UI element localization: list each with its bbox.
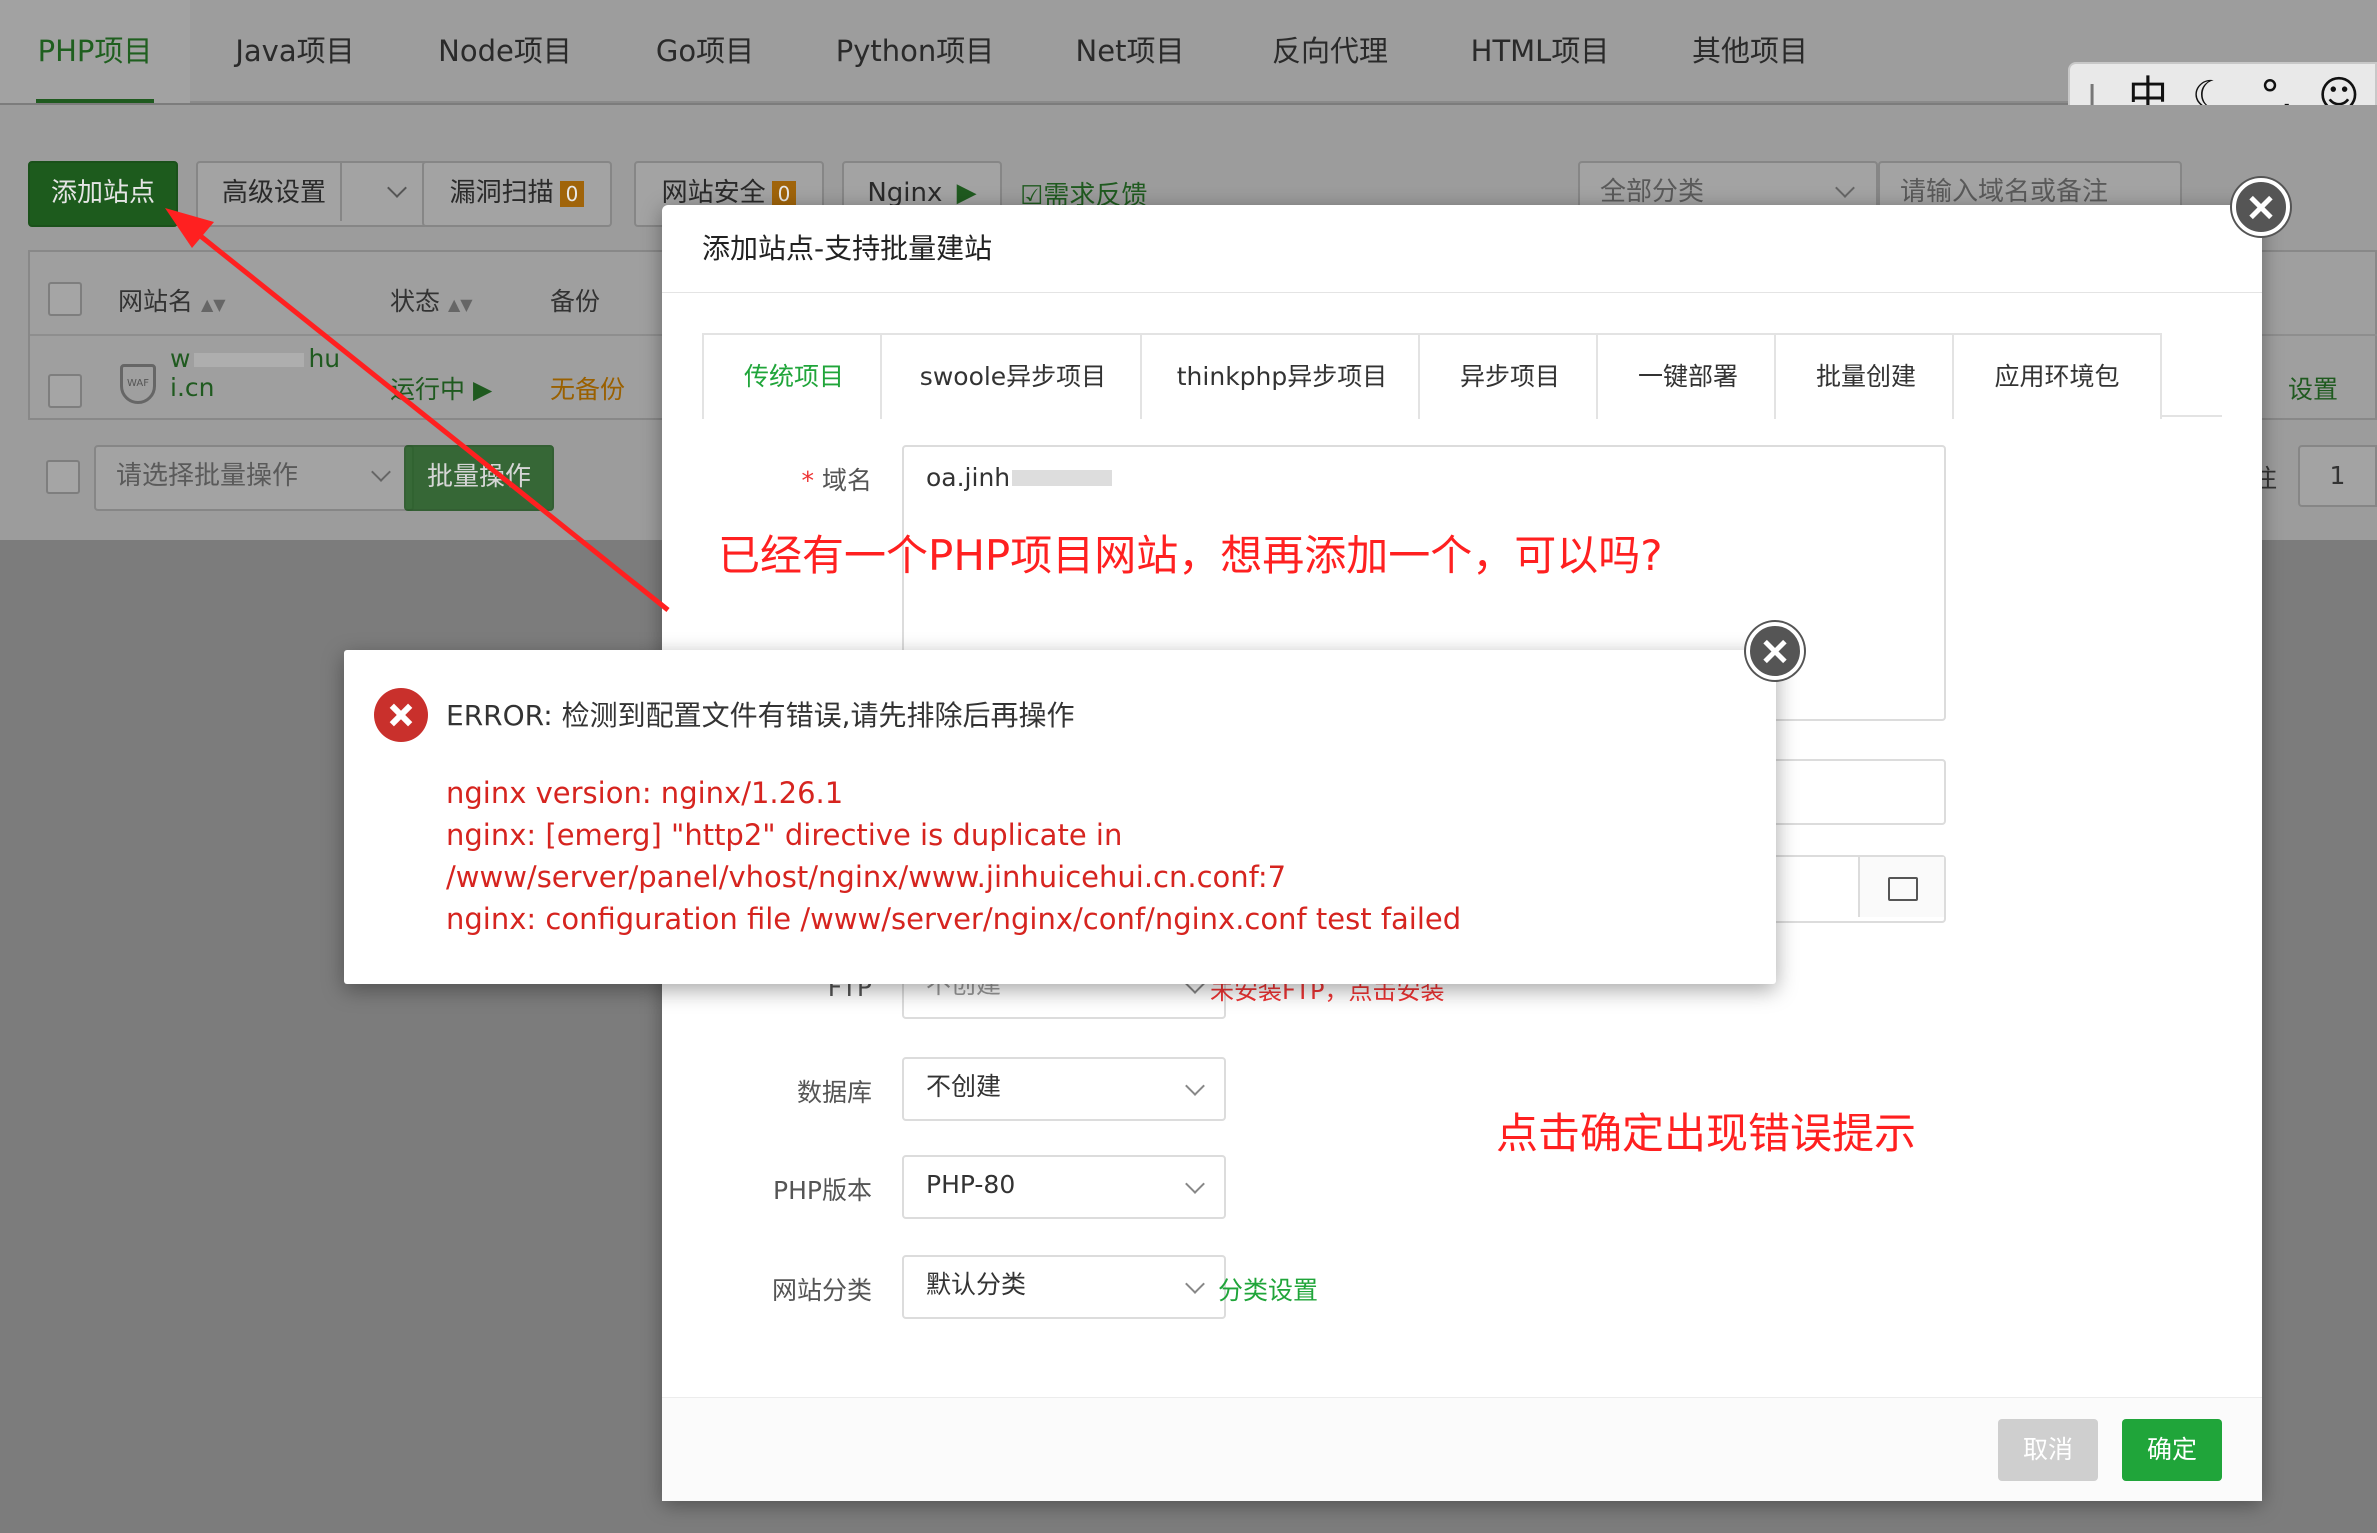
annotation-question: 已经有一个PHP项目网站，想再添加一个，可以吗? bbox=[718, 531, 1663, 580]
annotation-note: 点击确定出现错误提示 bbox=[1496, 1109, 1917, 1158]
annotation-arrow bbox=[165, 208, 670, 612]
